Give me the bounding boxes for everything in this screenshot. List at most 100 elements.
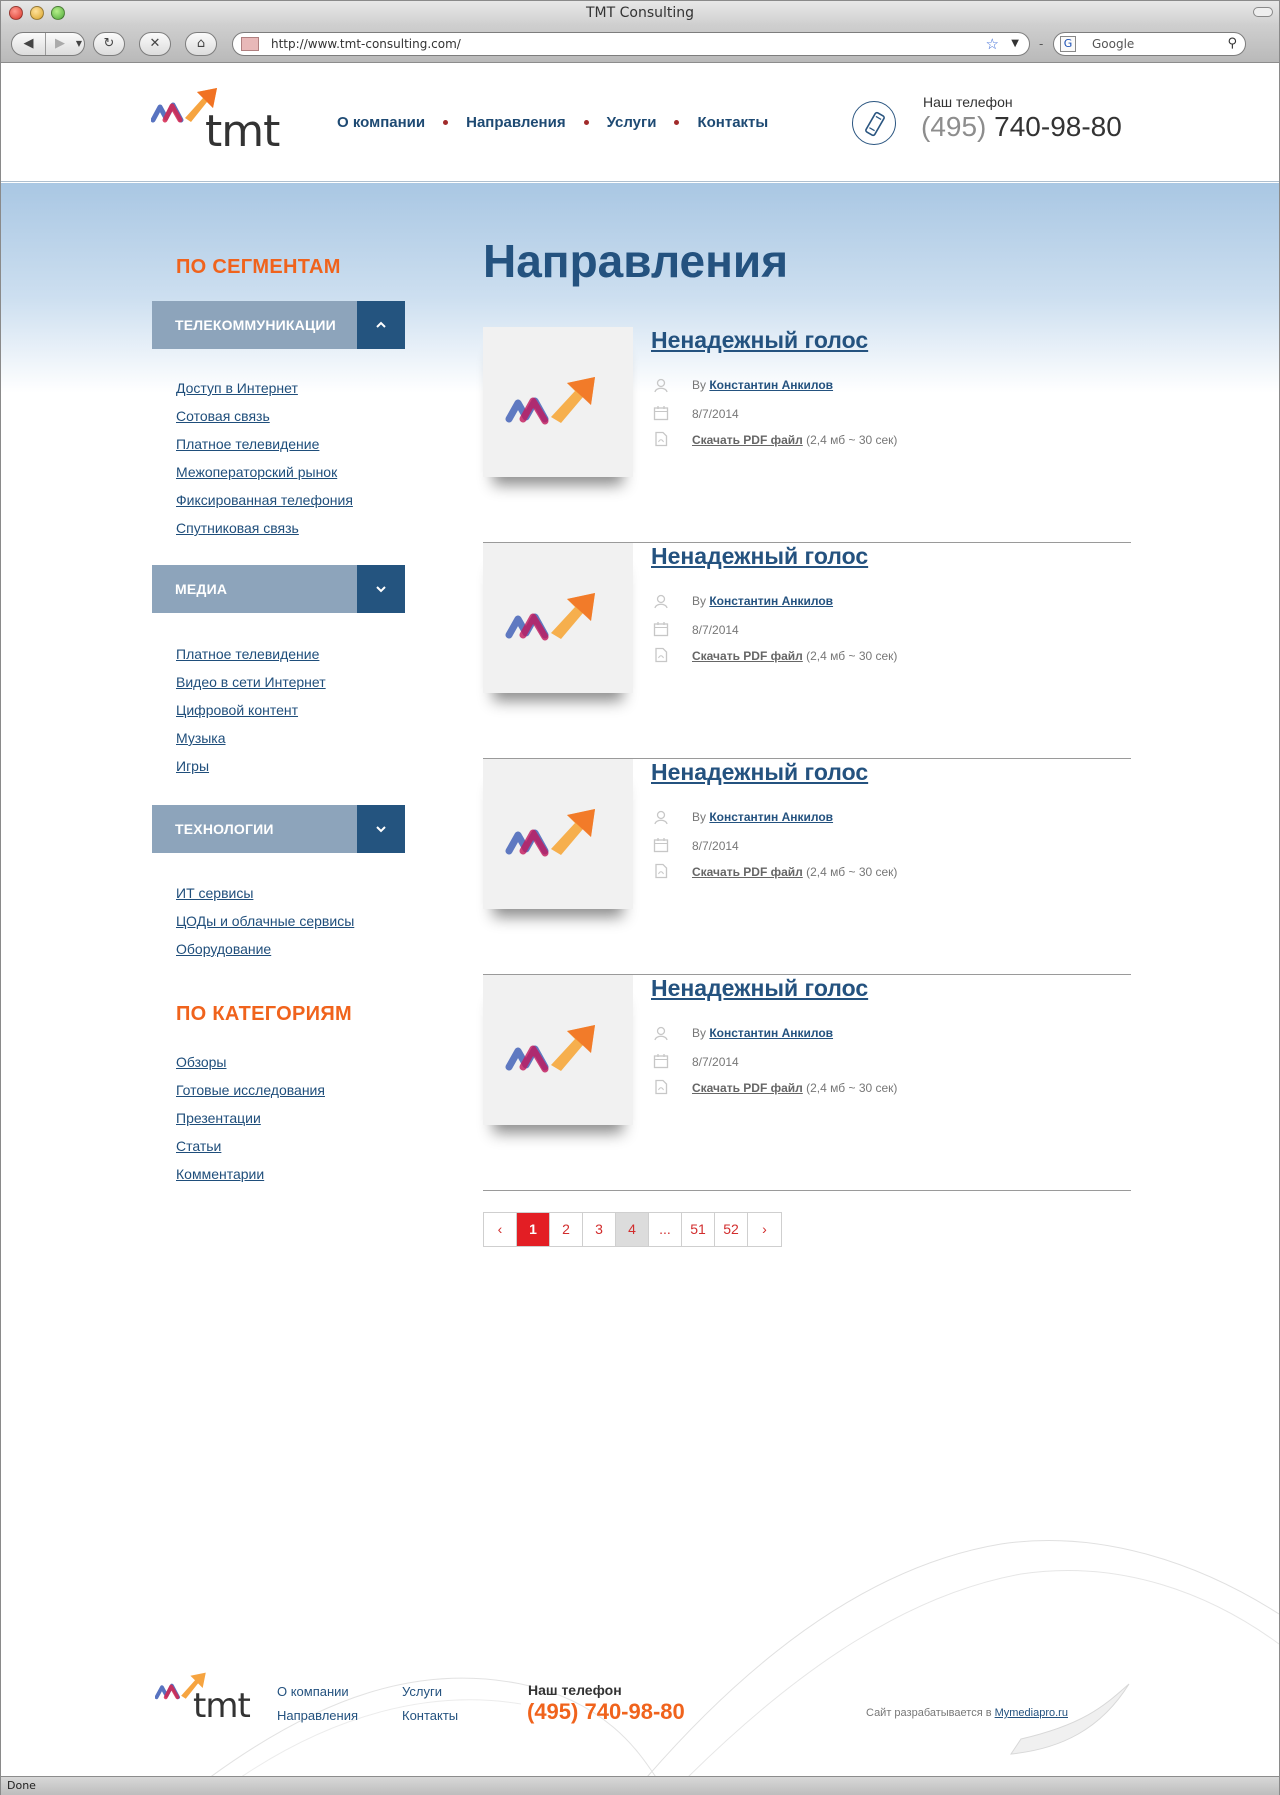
- article-card: Ненадежный голос By Константин Анкилов 8/7…: [483, 327, 1131, 543]
- author-icon: [653, 377, 669, 393]
- category-link-reviews[interactable]: Обзоры: [176, 1054, 227, 1070]
- google-icon[interactable]: G: [1060, 36, 1076, 52]
- pagination-prev-button[interactable]: ‹: [484, 1213, 517, 1246]
- nav-link-directions[interactable]: Направления: [466, 114, 565, 131]
- status-text: Done: [7, 1779, 36, 1792]
- sidebar-link-datacenters[interactable]: ЦОДы и облачные сервисы: [176, 913, 354, 929]
- sidebar-link-digital-content[interactable]: Цифровой контент: [176, 702, 298, 718]
- address-dropdown-icon[interactable]: ▼: [1011, 33, 1019, 55]
- footer-link-services[interactable]: Услуги: [402, 1684, 442, 1699]
- article-title-link[interactable]: Ненадежный голос: [651, 975, 868, 1002]
- sidebar-link-fixed[interactable]: Фиксированная телефония: [176, 492, 353, 508]
- sidebar-link-video[interactable]: Видео в сети Интернет: [176, 674, 326, 690]
- article-title-link[interactable]: Ненадежный голос: [651, 759, 868, 786]
- header-phone-number: (495) 740-98-80: [921, 111, 1122, 143]
- toolbar-toggle-button[interactable]: [1253, 7, 1273, 17]
- categories-title: ПО КАТЕГОРИЯМ: [176, 1003, 352, 1025]
- search-field[interactable]: G Google ⚲: [1053, 32, 1246, 56]
- pagination-page[interactable]: 1: [517, 1213, 550, 1246]
- pdf-download-link[interactable]: Скачать PDF файл: [692, 433, 803, 447]
- pagination-next-button[interactable]: ›: [748, 1213, 781, 1246]
- accordion-telecom[interactable]: ТЕЛЕКОММУНИКАЦИИ: [152, 301, 405, 349]
- article-author: By Константин Анкилов: [692, 594, 833, 608]
- sidebar-link-satellite[interactable]: Спутниковая связь: [176, 520, 299, 536]
- pdf-size-info: (2,4 мб ~ 30 сек): [806, 649, 898, 663]
- footer-link-directions[interactable]: Направления: [277, 1708, 358, 1723]
- sidebar-link-internet[interactable]: Доступ в Интернет: [176, 380, 298, 396]
- pagination-page[interactable]: 3: [583, 1213, 616, 1246]
- footer-credit: Сайт разрабатывается в Mymediapro.ru: [866, 1707, 1068, 1719]
- window-close-button[interactable]: [9, 6, 23, 20]
- article-card: Ненадежный голос By Константин Анкилов 8/7…: [483, 543, 1131, 759]
- article-thumbnail[interactable]: [483, 759, 633, 909]
- site-logo[interactable]: tmt: [150, 80, 281, 160]
- pagination-page[interactable]: 52: [715, 1213, 748, 1246]
- back-button[interactable]: ◀: [12, 33, 46, 55]
- search-icon[interactable]: ⚲: [1227, 33, 1237, 55]
- article-thumbnail[interactable]: [483, 327, 633, 477]
- article-thumbnail[interactable]: [483, 543, 633, 693]
- accordion-label: МЕДИА: [175, 581, 228, 597]
- category-link-comments[interactable]: Комментарии: [176, 1166, 264, 1182]
- article-title-link[interactable]: Ненадежный голос: [651, 327, 868, 354]
- footer-credit-text: Сайт разрабатывается в: [866, 1707, 992, 1719]
- calendar-icon: [653, 405, 669, 421]
- footer-link-contacts[interactable]: Контакты: [402, 1708, 458, 1723]
- author-link[interactable]: Константин Анкилов: [709, 378, 833, 392]
- article-date: 8/7/2014: [692, 839, 739, 853]
- pagination-page[interactable]: 2: [550, 1213, 583, 1246]
- footer-link-about[interactable]: О компании: [277, 1684, 349, 1699]
- stop-button[interactable]: ✕: [139, 32, 171, 56]
- category-link-research[interactable]: Готовые исследования: [176, 1082, 325, 1098]
- article-date: 8/7/2014: [692, 407, 739, 421]
- pdf-download-link[interactable]: Скачать PDF файл: [692, 649, 803, 663]
- pdf-download-link[interactable]: Скачать PDF файл: [692, 1081, 803, 1095]
- sidebar-link-paytv[interactable]: Платное телевидение: [176, 436, 319, 452]
- chevron-down-icon[interactable]: [357, 565, 405, 613]
- address-bar[interactable]: http://www.tmt-consulting.com/ ☆ ▼: [232, 32, 1030, 56]
- sidebar-link-interoperator[interactable]: Межоператорский рынок: [176, 464, 337, 480]
- nav-link-about[interactable]: О компании: [337, 114, 425, 131]
- article-date: 8/7/2014: [692, 623, 739, 637]
- pdf-icon: [653, 1079, 669, 1095]
- footer-phone-label: Наш телефон: [528, 1682, 622, 1698]
- author-prefix: By: [692, 594, 707, 608]
- home-button[interactable]: ⌂: [185, 32, 217, 56]
- category-link-presentations[interactable]: Презентации: [176, 1110, 261, 1126]
- article-logo-icon: [505, 1025, 595, 1073]
- accordion-media[interactable]: МЕДИА: [152, 565, 405, 613]
- accordion-tech[interactable]: ТЕХНОЛОГИИ: [152, 805, 405, 853]
- favicon-icon: [241, 37, 259, 51]
- author-link[interactable]: Константин Анкилов: [709, 810, 833, 824]
- chevron-down-icon[interactable]: [357, 805, 405, 853]
- category-link-articles[interactable]: Статьи: [176, 1138, 221, 1154]
- bookmark-star-icon[interactable]: ☆: [986, 33, 999, 55]
- sidebar-link-mobile[interactable]: Сотовая связь: [176, 408, 270, 424]
- footer-credit-link[interactable]: Mymediapro.ru: [995, 1707, 1068, 1719]
- history-dropdown-icon[interactable]: ▼: [73, 33, 85, 55]
- nav-link-services[interactable]: Услуги: [607, 114, 657, 131]
- article-title-link[interactable]: Ненадежный голос: [651, 543, 868, 570]
- sidebar-link-it-services[interactable]: ИТ сервисы: [176, 885, 253, 901]
- window-minimize-button[interactable]: [30, 6, 44, 20]
- article-thumbnail[interactable]: [483, 975, 633, 1125]
- pagination-page[interactable]: 4: [616, 1213, 649, 1246]
- article-download: Скачать PDF файл (2,4 мб ~ 30 сек): [692, 865, 897, 879]
- sidebar-link-hardware[interactable]: Оборудование: [176, 941, 271, 957]
- window-zoom-button[interactable]: [51, 6, 65, 20]
- pdf-download-link[interactable]: Скачать PDF файл: [692, 865, 803, 879]
- pagination-page[interactable]: 51: [682, 1213, 715, 1246]
- author-link[interactable]: Константин Анкилов: [709, 594, 833, 608]
- chevron-up-icon[interactable]: [357, 301, 405, 349]
- footer-logo[interactable]: tmt: [154, 1666, 255, 1726]
- sidebar-link-media-paytv[interactable]: Платное телевидение: [176, 646, 319, 662]
- reload-button[interactable]: ↻: [93, 32, 125, 56]
- author-link[interactable]: Константин Анкилов: [709, 1026, 833, 1040]
- nav-link-contacts[interactable]: Контакты: [697, 114, 768, 131]
- forward-button[interactable]: ▶: [47, 33, 73, 55]
- author-prefix: By: [692, 810, 707, 824]
- article-author: By Константин Анкилов: [692, 1026, 833, 1040]
- sidebar-link-games[interactable]: Игры: [176, 758, 209, 774]
- sidebar-link-music[interactable]: Музыка: [176, 730, 226, 746]
- pdf-icon: [653, 647, 669, 663]
